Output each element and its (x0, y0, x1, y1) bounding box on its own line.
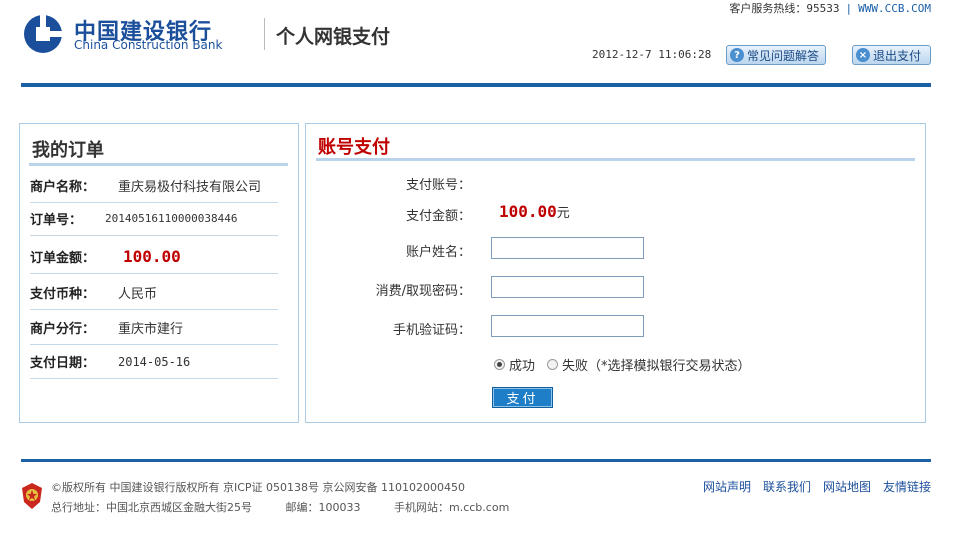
order-label: 支付币种： (30, 287, 96, 302)
order-title-underline (29, 163, 288, 166)
order-label: 支付日期： (30, 356, 96, 371)
footer-divider (21, 459, 931, 462)
success-radio[interactable] (494, 359, 505, 370)
bank-name-en: China Construction Bank (74, 38, 223, 52)
password-input[interactable] (491, 276, 644, 298)
head-office-address: 总行地址：中国北京西城区金融大街25号 (51, 501, 252, 514)
order-panel-title: 我的订单 (32, 140, 104, 161)
faq-button-label: 常见问题解答 (747, 48, 820, 63)
question-icon: ? (730, 48, 744, 62)
order-label: 商户分行： (30, 322, 96, 337)
payment-amount-unit: 元 (556, 206, 570, 221)
police-emblem-icon (22, 483, 42, 509)
order-row-currency: 支付币种： 人民币 (30, 276, 278, 310)
order-label: 订单金额： (30, 251, 96, 266)
payment-amount-value: 100.00 (499, 202, 557, 221)
footer-address-line: 总行地址：中国北京西城区金融大街25号 邮编：100033 手机网站：m.ccb… (51, 499, 509, 515)
fail-radio-label[interactable]: 失败（*选择模拟银行交易状态） (562, 355, 751, 374)
order-row-merchant: 商户名称： 重庆易极付科技有限公司 (30, 169, 278, 203)
footer-link-friends[interactable]: 友情链接 (883, 478, 931, 495)
close-icon: × (856, 48, 870, 62)
payment-panel (305, 123, 926, 423)
order-row-branch: 商户分行： 重庆市建行 (30, 311, 278, 345)
mobile-site: 手机网站：m.ccb.com (394, 501, 510, 514)
order-row-date: 支付日期： 2014-05-16 (30, 345, 278, 379)
pay-button[interactable]: 支付 (492, 387, 553, 408)
footer-link-contact[interactable]: 联系我们 (763, 478, 811, 495)
sms-code-input[interactable] (491, 315, 644, 337)
exit-button-label: 退出支付 (873, 48, 922, 63)
amount-label: 支付金额： (405, 209, 471, 224)
order-value: 2014-05-16 (118, 354, 191, 369)
success-radio-label[interactable]: 成功 (509, 355, 535, 374)
top-separator: | (845, 2, 853, 15)
footer-link-sitemap[interactable]: 网站地图 (823, 478, 871, 495)
order-label: 订单号： (30, 213, 83, 228)
fail-radio[interactable] (547, 359, 559, 370)
order-value: 重庆市建行 (118, 322, 184, 337)
header-divider (21, 83, 931, 87)
website-link[interactable]: WWW.CCB.COM (858, 2, 931, 15)
order-amount-value: 100.00 (123, 247, 181, 266)
payment-amount: 100.00元 (499, 202, 570, 221)
order-row-number: 订单号： 20140516110000038446 (30, 202, 278, 236)
account-label: 支付账号： (405, 178, 471, 193)
hotline-text: 客户服务热线：95533 (729, 2, 840, 15)
footer-links: 网站声明 联系我们 网站地图 友情链接 (703, 478, 931, 495)
account-name-label: 账户姓名： (405, 245, 471, 260)
ccb-logo-icon (24, 13, 64, 53)
order-label: 商户名称： (30, 180, 96, 195)
footer-link-statement[interactable]: 网站声明 (703, 478, 751, 495)
order-value: 20140516110000038446 (105, 212, 238, 225)
title-divider (264, 18, 265, 50)
status-radio-group: 成功 失败（*选择模拟银行交易状态） (494, 355, 751, 374)
top-info: 客户服务热线：95533 | WWW.CCB.COM (729, 0, 931, 16)
portal-title: 个人网银支付 (276, 26, 391, 48)
payment-panel-title: 账号支付 (318, 137, 390, 158)
exit-payment-button[interactable]: × 退出支付 (852, 45, 931, 65)
order-value: 重庆易极付科技有限公司 (118, 180, 262, 195)
account-name-input[interactable] (491, 237, 644, 259)
copyright-text: ©版权所有 中国建设银行版权所有 京ICP证 050138号 京公网安备 110… (51, 481, 466, 494)
order-row-amount: 订单金额： 100.00 (30, 240, 278, 274)
faq-button[interactable]: ? 常见问题解答 (726, 45, 826, 65)
postcode: 邮编：100033 (285, 501, 361, 514)
current-datetime: 2012-12-7 11:06:28 (592, 48, 712, 61)
payment-title-underline (316, 158, 915, 161)
password-label: 消费/取现密码： (375, 284, 471, 299)
order-value: 人民币 (118, 287, 158, 302)
sms-code-label: 手机验证码： (392, 323, 471, 338)
